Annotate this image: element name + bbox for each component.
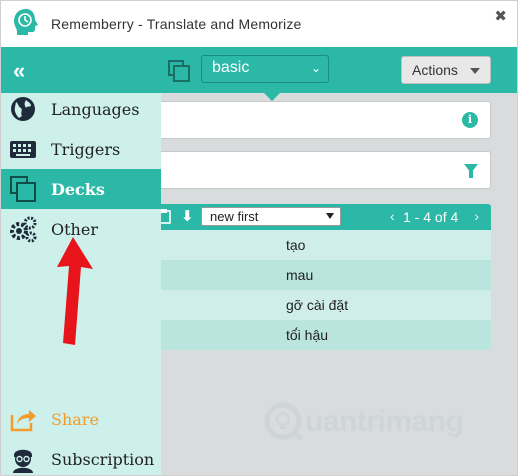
watermark: uantrimang bbox=[263, 397, 513, 447]
actions-button[interactable]: Actions bbox=[401, 56, 491, 84]
word-list: tạo mau gỡ cài đặt tố́i hậu bbox=[151, 230, 491, 350]
lightbulb-logo-icon bbox=[264, 402, 303, 441]
toolbar-notch bbox=[264, 93, 280, 101]
sidebar-item-triggers[interactable]: Triggers bbox=[1, 129, 161, 169]
sort-direction-icon[interactable]: ⬇ bbox=[181, 207, 194, 225]
sidebar-item-subscription[interactable]: Subscription bbox=[1, 439, 161, 476]
keyboard-icon bbox=[10, 141, 36, 158]
user-glasses-icon bbox=[13, 449, 33, 473]
filter-panel bbox=[151, 151, 491, 189]
deck-select[interactable]: basic ⌄ bbox=[201, 55, 329, 83]
list-item-text: mau bbox=[286, 267, 314, 283]
watermark-text: uantrimang bbox=[305, 405, 464, 438]
red-arrow-annotation bbox=[57, 237, 93, 345]
chevron-down-icon: ⌄ bbox=[310, 61, 321, 75]
close-icon[interactable]: ✖ bbox=[494, 7, 507, 25]
list-toolbar: ⬇ new first ‹ 1 - 4 of 4 › bbox=[151, 204, 491, 230]
collapse-icon[interactable]: « bbox=[13, 58, 25, 84]
sidebar-item-label: Triggers bbox=[51, 140, 121, 159]
list-item[interactable]: mau bbox=[151, 260, 491, 290]
share-icon bbox=[10, 410, 36, 432]
sidebar-header: « bbox=[1, 47, 161, 93]
sort-select-value: new first bbox=[210, 209, 259, 224]
sort-select[interactable]: new first bbox=[201, 207, 341, 226]
deck-select-value: basic bbox=[212, 59, 250, 76]
list-item[interactable]: gỡ cài đặt bbox=[151, 290, 491, 320]
caret-down-icon bbox=[470, 68, 480, 74]
sidebar-item-label: Subscription bbox=[51, 450, 155, 469]
title-bar: Rememberry - Translate and Memorize ✖ bbox=[1, 1, 517, 47]
sidebar-item-decks[interactable]: Decks bbox=[1, 169, 161, 209]
triangle-down-icon bbox=[326, 213, 334, 219]
sidebar-item-languages[interactable]: Languages bbox=[1, 89, 161, 129]
pager-prev-button[interactable]: ‹ bbox=[390, 208, 395, 224]
list-item-text: gỡ cài đặt bbox=[286, 297, 349, 313]
pager-status: 1 - 4 of 4 bbox=[403, 209, 459, 225]
window-title: Rememberry - Translate and Memorize bbox=[51, 16, 302, 32]
list-item-text: tố́i hậu bbox=[286, 327, 329, 343]
sidebar-item-label: Share bbox=[51, 410, 99, 429]
info-panel: i bbox=[151, 101, 491, 139]
sidebar-item-label: Languages bbox=[51, 100, 140, 119]
list-item[interactable]: tạo bbox=[151, 230, 491, 260]
copy-icon bbox=[168, 60, 190, 82]
filter-icon[interactable] bbox=[464, 164, 478, 178]
copy-icon bbox=[10, 176, 36, 202]
actions-button-label: Actions bbox=[412, 62, 458, 78]
sidebar-item-label: Decks bbox=[51, 180, 105, 199]
list-item-text: tạo bbox=[286, 237, 306, 253]
sidebar-item-share[interactable]: Share bbox=[1, 399, 161, 439]
pager-next-button[interactable]: › bbox=[474, 208, 479, 224]
info-icon[interactable]: i bbox=[462, 112, 478, 128]
deck-toolbar: basic ⌄ Actions bbox=[161, 47, 517, 93]
rememberry-logo-icon bbox=[14, 9, 38, 35]
sidebar: « Languages Triggers Decks Other Share S… bbox=[1, 47, 161, 475]
app-window: Rememberry - Translate and Memorize ✖ ba… bbox=[0, 0, 518, 476]
gears-icon bbox=[10, 216, 37, 243]
list-item[interactable]: tố́i hậu bbox=[151, 320, 491, 350]
globe-icon bbox=[11, 97, 35, 121]
